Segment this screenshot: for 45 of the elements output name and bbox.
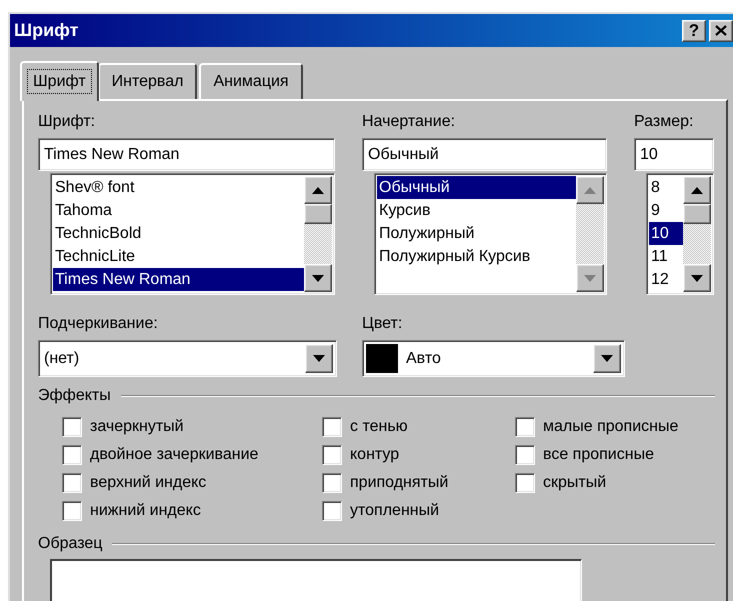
list-item[interactable]: Курсив [377,199,576,222]
group-label: Эффекты [38,387,111,405]
list-item[interactable]: Полужирный Курсив [377,245,576,268]
size-field[interactable]: 10 [634,138,714,171]
list-item[interactable]: TechnicLite [53,245,304,268]
checkbox-label: все прописные [543,446,654,464]
size-list[interactable]: 8 9 10 11 12 [646,173,714,295]
list-item[interactable]: 11 [649,245,683,268]
field-label: Подчеркивание: [38,315,159,334]
color-dropdown[interactable]: Авто [362,340,625,377]
list-item[interactable]: Times New Roman [53,268,304,291]
window-title: Шрифт [14,20,80,41]
style-list[interactable]: Обычный Курсив Полужирный Полужирный Курсив [374,173,607,295]
list-item[interactable]: 9 [649,199,683,222]
checkbox-label: нижний индекс [90,502,201,520]
tab[interactable]: Интервал [98,63,198,99]
list-item[interactable]: Shev® font [53,176,304,199]
underline-dropdown[interactable]: (нет) [38,340,337,377]
list-item[interactable]: Полужирный [377,222,576,245]
checkbox-label: утопленный [350,502,440,520]
checkbox-label: скрытый [543,474,606,492]
list-item[interactable]: Обычный [377,176,576,199]
field-label: Цвет: [362,315,404,334]
list-item[interactable]: 8 [649,176,683,199]
group-label: Образец [38,535,102,553]
checkbox-label: зачеркнутый [90,418,184,436]
tab[interactable]: Анимация [199,63,303,99]
field-label: Размер: [634,113,694,132]
checkbox-label: двойное зачеркивание [90,446,258,464]
style-field[interactable]: Обычный [362,138,607,171]
list-item[interactable]: Tahoma [53,199,304,222]
list-item[interactable]: TechnicBold [53,222,304,245]
list-item[interactable]: 10 [649,222,683,245]
checkbox-label: с тенью [350,418,408,436]
checkbox-label: малые прописные [543,418,678,436]
tab[interactable]: Шрифт [20,61,99,101]
field-label: Шрифт: [38,113,96,132]
font-field[interactable]: Times New Roman [38,138,335,171]
help-button[interactable]: ? [682,20,706,42]
checkbox-label: контур [350,446,400,464]
checkbox-label: приподнятый [350,474,448,492]
checkbox-label: верхний индекс [90,474,206,492]
field-label: Начертание: [362,113,456,132]
font-list[interactable]: Shev® font Tahoma TechnicBold TechnicLite Times New Roman [50,173,335,295]
list-item[interactable]: 12 [649,268,683,291]
